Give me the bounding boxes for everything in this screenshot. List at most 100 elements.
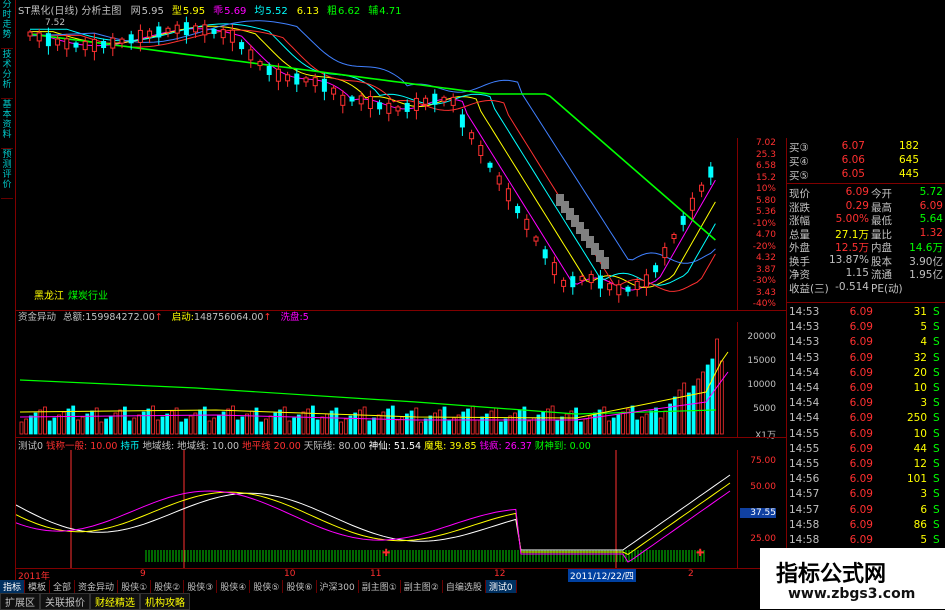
price-axis-tick: 10% (755, 184, 776, 194)
bottom-tab[interactable]: 模板 (25, 580, 51, 593)
price-axis-tick: 4.32 (755, 253, 776, 263)
moving-average-line (30, 25, 716, 289)
volume-bar (212, 417, 217, 435)
tick-time: 14:55 (789, 427, 820, 440)
volume-bar (475, 419, 480, 435)
volume-bar (381, 411, 386, 435)
volume-bar (362, 406, 367, 435)
volume-bar (593, 412, 597, 435)
bottom-tab[interactable]: 自编选股 (443, 580, 486, 593)
bottom-tab[interactable]: 股侠② (151, 580, 185, 593)
price-chart[interactable] (16, 14, 736, 312)
bottom-tab[interactable]: 沪深300 (317, 580, 359, 593)
volume-bar (386, 408, 391, 435)
tab-intraday[interactable]: 分时走势 (1, 0, 13, 49)
candle-body (275, 68, 281, 82)
candle-body (533, 236, 539, 242)
tick-side: S (933, 473, 940, 486)
bottom-tab[interactable]: 测试0 (485, 580, 517, 593)
volume-bar (66, 408, 71, 435)
bottom-tab[interactable]: 股侠④ (217, 580, 251, 593)
tick-side: S (933, 442, 940, 455)
quote-field-label: 收益(三) (789, 282, 829, 295)
volume-bar (687, 392, 691, 435)
tick-time: 14:54 (789, 366, 820, 379)
extension-tab[interactable]: 机构攻略 (140, 593, 190, 610)
bottom-tab[interactable]: 全部 (50, 580, 76, 593)
bottom-tab[interactable]: 股侠⑤ (250, 580, 284, 593)
bottom-tab[interactable]: 资金异动 (75, 580, 119, 593)
date-tick: 12 (494, 569, 506, 579)
bottom-tab[interactable]: 股侠⑥ (283, 580, 317, 593)
quote-field-value: 1.15 (845, 267, 869, 279)
volume-bar (489, 410, 494, 435)
volume-bar (574, 407, 578, 435)
tick-time: 14:56 (789, 473, 820, 486)
tick-side: S (933, 427, 940, 440)
tick-time: 14:55 (789, 442, 820, 455)
extension-tab[interactable]: 关联报价 (40, 593, 90, 610)
tick-price: 6.09 (849, 458, 873, 470)
tick-time: 14:54 (789, 397, 820, 410)
bottom-tab[interactable]: 股侠③ (184, 580, 218, 593)
tab-technical[interactable]: 技术分析 (1, 50, 13, 99)
volume-bar (94, 407, 99, 435)
left-sidebar: 分时走势 技术分析 基本资料 预测评价 (0, 0, 16, 590)
candle-body (478, 144, 484, 156)
tab-fundamentals[interactable]: 基本资料 (1, 100, 13, 149)
volume-bar (564, 413, 569, 435)
volume-bar (611, 417, 616, 435)
extension-tab[interactable]: 扩展区 (0, 593, 40, 610)
tab-forecast[interactable]: 预测评价 (1, 150, 13, 199)
tick-price: 6.09 (849, 534, 873, 546)
volume-bar (339, 421, 344, 435)
volume-chart[interactable] (16, 322, 736, 436)
bottom-tab[interactable]: 副主图① (359, 580, 401, 593)
extension-tab[interactable]: 财经精选 (90, 593, 140, 610)
tick-price: 6.09 (849, 382, 873, 394)
volume-bar (184, 418, 188, 435)
candle-body (671, 233, 677, 239)
tick-side: S (933, 458, 940, 470)
oscillator-axis-tick: 37.55 (740, 508, 776, 518)
price-axis-tick: -30% (752, 276, 776, 286)
volume-bar (428, 415, 433, 435)
volume-bar (588, 415, 593, 435)
bottom-tab[interactable]: 副主图② (401, 580, 443, 593)
tick-side: S (933, 397, 940, 410)
volume-bar (343, 418, 348, 435)
tick-volume: 101 (906, 473, 927, 486)
volume-axis-tick: 15000 (747, 356, 776, 366)
volume-bar (104, 418, 108, 435)
tick-side: S (933, 321, 940, 334)
candle-body (625, 286, 631, 292)
candle-body (119, 38, 125, 44)
oscillator-chart[interactable]: ✚ ✚ (16, 450, 736, 570)
tick-volume: 6 (920, 503, 927, 516)
candle-body (229, 29, 235, 43)
candle-body (45, 33, 51, 47)
volume-axis-tick: 5000 (753, 404, 776, 414)
candle-body (36, 32, 42, 42)
volume-bar (296, 414, 301, 435)
tick-price: 6.09 (849, 366, 873, 379)
bottom-tab[interactable]: 股侠① (118, 580, 152, 593)
oscillator-axis-tick: 75.00 (750, 456, 776, 466)
tick-price: 6.09 (849, 442, 873, 455)
candle-body (588, 274, 594, 284)
candle-body (349, 96, 355, 102)
volume-bar (315, 419, 320, 435)
candle-body (561, 279, 567, 287)
candle-body (404, 102, 410, 112)
bottom-tab[interactable]: 指标 (0, 580, 26, 593)
volume-bar (546, 408, 550, 435)
volume-bar (527, 420, 532, 435)
volume-axis: 20000 15000 10000 5000 X1万 (737, 322, 786, 441)
volume-bar (409, 410, 414, 435)
tick-volume: 12 (913, 458, 927, 470)
volume-bar (108, 415, 113, 435)
extension-tab-bar: 扩展区 关联报价 财经精选 机构攻略 (0, 593, 190, 610)
volume-bar (118, 409, 123, 435)
volume-bar (76, 419, 80, 435)
candle-body (680, 215, 686, 225)
